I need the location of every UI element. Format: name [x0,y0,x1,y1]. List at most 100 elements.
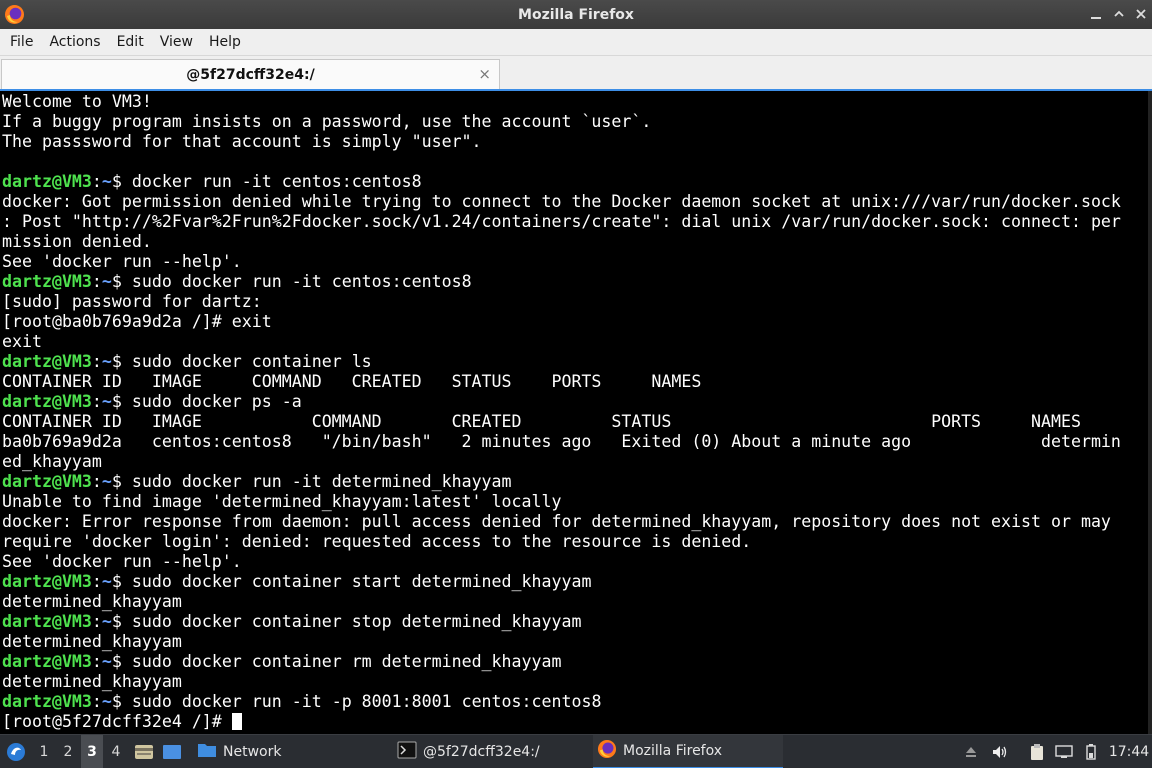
terminal-text: ba0b769a9d2a centos:centos8 "/bin/bash" … [2,432,1121,451]
prompt-user: dartz@VM3 [2,352,92,371]
menu-help[interactable]: Help [201,34,249,50]
terminal-text: $ docker run -it centos:centos8 [111,172,422,191]
terminal-text: [root@ba0b769a9d2a /]# exit [2,312,272,331]
terminal-line: Unable to find image 'determined_khayyam… [2,492,1150,512]
battery-icon[interactable] [1081,735,1101,768]
tab-close-icon[interactable]: × [478,65,491,83]
terminal-text: determined_khayyam [2,672,182,691]
task-firefox[interactable]: Mozilla Firefox [593,735,783,768]
terminal-text: Welcome to VM3! [2,92,152,111]
eject-icon[interactable] [961,735,981,768]
maximize-icon[interactable] [1109,4,1129,24]
task-terminal[interactable]: @5f27dcff32e4:/ [393,735,583,768]
task-network[interactable]: Network [193,735,383,768]
terminal-scrollbar[interactable] [1148,91,1152,734]
prompt-path: ~ [101,692,112,711]
menu-file[interactable]: File [2,34,41,50]
task-label: @5f27dcff32e4:/ [423,744,540,760]
taskbar: 1 2 3 4 Network @5f27dcff32e4:/ Mozilla … [0,734,1152,768]
terminal-text: exit [2,332,42,351]
start-menu-icon[interactable] [4,735,28,768]
prompt-user: dartz@VM3 [2,692,92,711]
terminal-text: [sudo] password for dartz: [2,292,262,311]
terminal-text: : [91,472,102,491]
task-label: Network [223,744,282,760]
terminal-icon [397,741,417,763]
terminal-text: If a buggy program insists on a password… [2,112,652,131]
prompt-path: ~ [101,652,112,671]
terminal-output[interactable]: Welcome to VM3! If a buggy program insist… [0,91,1152,734]
prompt-user: dartz@VM3 [2,172,92,191]
workspace-4[interactable]: 4 [105,735,127,768]
terminal-text: See 'docker run --help'. [2,552,242,571]
terminal-line: ed_khayyam [2,452,1150,472]
terminal-line: If a buggy program insists on a password… [2,112,1150,132]
terminal-text: $ sudo docker container start determined… [111,572,592,591]
show-desktop-icon[interactable] [161,735,183,768]
prompt-path: ~ [101,352,112,371]
terminal-line: [root@ba0b769a9d2a /]# exit [2,312,1150,332]
workspace-3[interactable]: 3 [81,735,103,768]
terminal-text: determined_khayyam [2,632,182,651]
close-icon[interactable] [1131,4,1151,24]
clipboard-icon[interactable] [1027,735,1047,768]
terminal-line: dartz@VM3:~$ sudo docker container start… [2,572,1150,592]
prompt-path: ~ [101,392,112,411]
menu-view[interactable]: View [152,34,201,50]
task-label: Mozilla Firefox [623,743,723,759]
terminal-text: $ sudo docker container stop determined_… [111,612,582,631]
terminal-line: determined_khayyam [2,632,1150,652]
terminal-line: exit [2,332,1150,352]
prompt-user: dartz@VM3 [2,472,92,491]
volume-icon[interactable] [990,735,1010,768]
terminal-line: dartz@VM3:~$ sudo docker container ls [2,352,1150,372]
terminal-text: docker: Error response from daemon: pull… [2,512,1111,531]
terminal-line: dartz@VM3:~$ docker run -it centos:cento… [2,172,1150,192]
terminal-text: $ sudo docker run -it centos:centos8 [111,272,472,291]
network-icon[interactable] [1054,735,1074,768]
terminal-line: See 'docker run --help'. [2,252,1150,272]
prompt-path: ~ [101,472,112,491]
terminal-text: determined_khayyam [2,592,182,611]
terminal-text: : [91,692,102,711]
prompt-user: dartz@VM3 [2,652,92,671]
menu-actions[interactable]: Actions [41,34,108,50]
terminal-text: See 'docker run --help'. [2,252,242,271]
prompt-path: ~ [101,572,112,591]
terminal-text: CONTAINER ID IMAGE COMMAND CREATED STATU… [2,412,1081,431]
workspace-1[interactable]: 1 [33,735,55,768]
prompt-user: dartz@VM3 [2,572,92,591]
prompt-user: dartz@VM3 [2,612,92,631]
terminal-line: : Post "http://%2Fvar%2Frun%2Fdocker.soc… [2,212,1150,232]
terminal-text: $ sudo docker run -it -p 8001:8001 cento… [111,692,602,711]
terminal-text: : [91,352,102,371]
clock[interactable]: 17:44 [1108,735,1150,768]
terminal-text: : [91,612,102,631]
file-manager-icon[interactable] [133,735,155,768]
menu-bar: File Actions Edit View Help [0,29,1152,56]
terminal-line: CONTAINER ID IMAGE COMMAND CREATED STATU… [2,412,1150,432]
terminal-line: Welcome to VM3! [2,92,1150,112]
terminal-line: require 'docker login': denied: requeste… [2,532,1150,552]
terminal-line: determined_khayyam [2,592,1150,612]
tab-bar: @5f27dcff32e4:/ × [0,56,1152,91]
terminal-line: CONTAINER ID IMAGE COMMAND CREATED STATU… [2,372,1150,392]
prompt-path: ~ [101,272,112,291]
workspace-2[interactable]: 2 [57,735,79,768]
terminal-text: docker: Got permission denied while tryi… [2,192,1121,211]
terminal-text: $ sudo docker container ls [111,352,372,371]
menu-edit[interactable]: Edit [109,34,152,50]
terminal-line: dartz@VM3:~$ sudo docker ps -a [2,392,1150,412]
folder-icon [197,741,217,763]
terminal-line: See 'docker run --help'. [2,552,1150,572]
terminal-text: : Post "http://%2Fvar%2Frun%2Fdocker.soc… [2,212,1121,231]
terminal-text: CONTAINER ID IMAGE COMMAND CREATED STATU… [2,372,702,391]
prompt-path: ~ [101,612,112,631]
tab-terminal[interactable]: @5f27dcff32e4:/ × [1,59,500,89]
terminal-text: ed_khayyam [2,452,102,471]
minimize-icon[interactable] [1086,4,1106,24]
terminal-line: dartz@VM3:~$ sudo docker run -it -p 8001… [2,692,1150,712]
prompt-user: dartz@VM3 [2,272,92,291]
terminal-line: dartz@VM3:~$ sudo docker run -it centos:… [2,272,1150,292]
terminal-cursor [231,713,242,730]
